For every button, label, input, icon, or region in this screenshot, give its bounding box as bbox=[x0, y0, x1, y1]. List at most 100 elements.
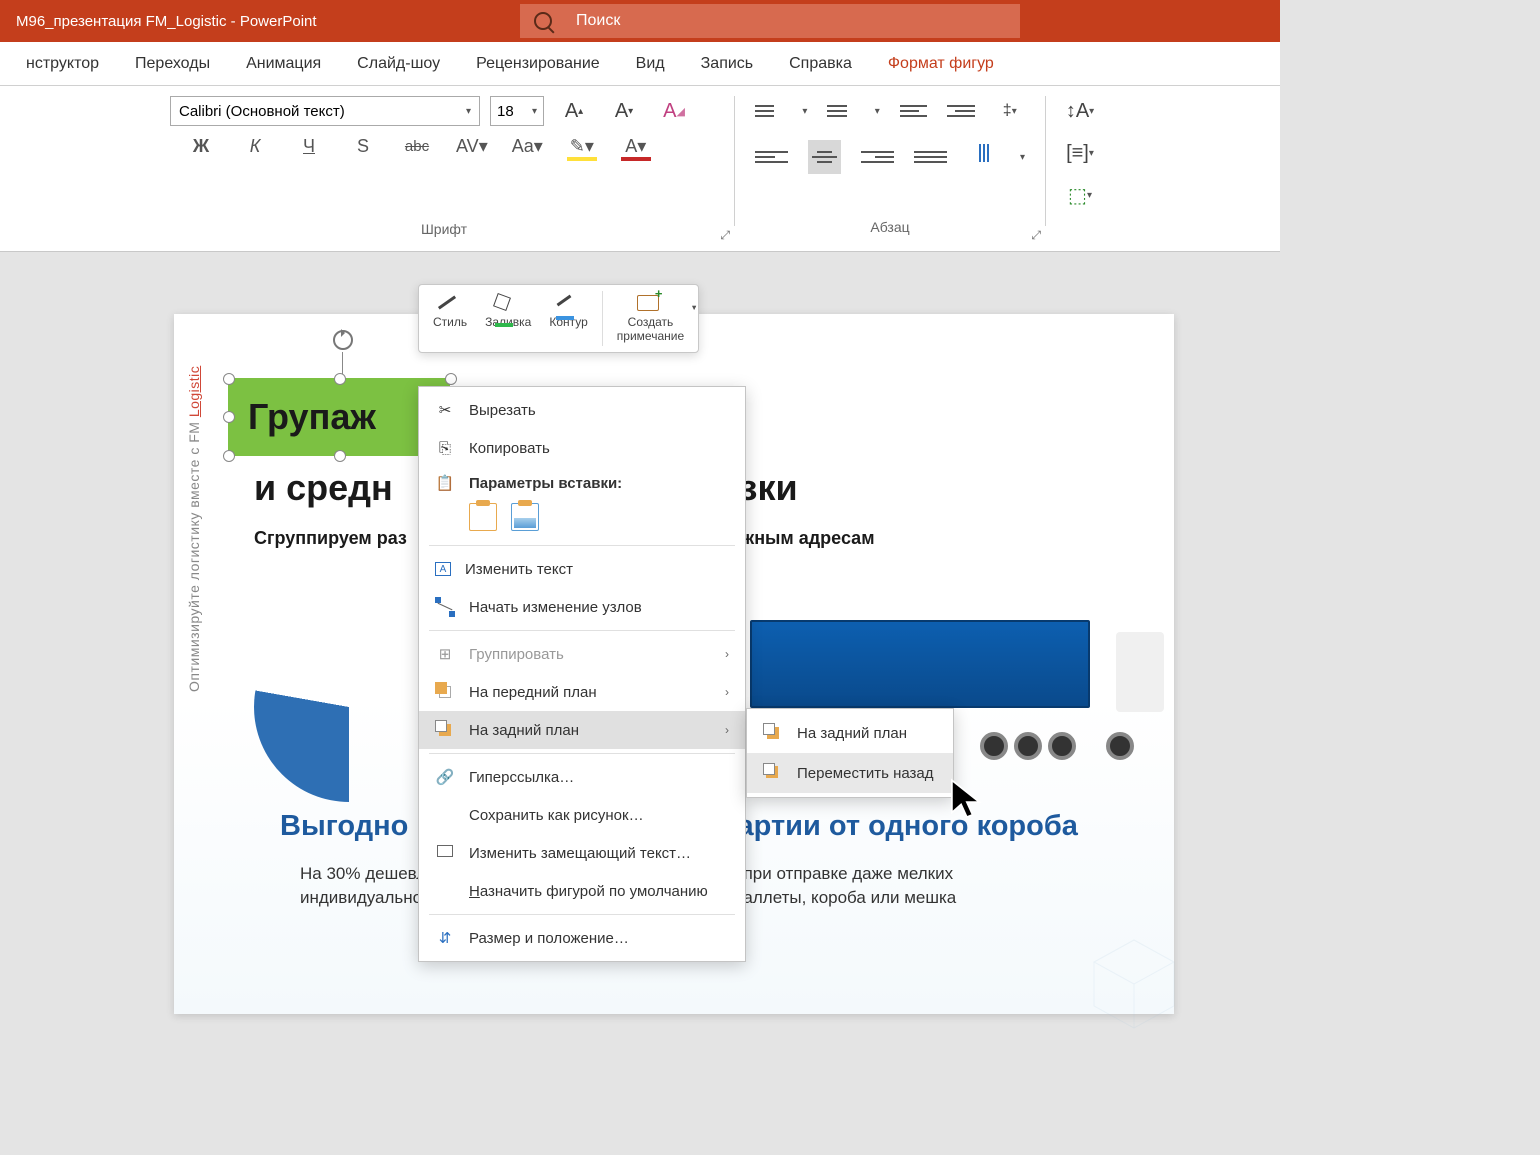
ctx-size-position[interactable]: ⇵ Размер и положение… bbox=[419, 919, 745, 957]
mini-toolbar: ▾ Стиль ▾ Заливка ▾ Контур Создатьпримеч… bbox=[418, 284, 699, 353]
sub-send-back[interactable]: На задний план bbox=[747, 713, 953, 753]
font-dialog-launcher[interactable]: ⤢ bbox=[720, 228, 730, 243]
tab-review[interactable]: Рецензирование bbox=[476, 55, 600, 73]
convert-smartart-button[interactable]: ⬚▾ bbox=[1060, 180, 1100, 210]
context-submenu: На задний план Переместить назад bbox=[746, 708, 954, 798]
send-backward-icon bbox=[763, 763, 783, 783]
bullets-button[interactable] bbox=[755, 98, 782, 124]
spacing-button[interactable]: AV▾ bbox=[456, 136, 488, 157]
highlight-button[interactable]: ✎▾ bbox=[567, 136, 597, 157]
tab-shape-format[interactable]: Формат фигур bbox=[888, 55, 994, 73]
paste-picture-button[interactable] bbox=[511, 503, 539, 531]
resize-handle-s[interactable] bbox=[334, 450, 346, 462]
clear-format-button[interactable]: A◢ bbox=[654, 96, 694, 126]
separator bbox=[429, 753, 735, 754]
ctx-save-pic-label: Сохранить как рисунок… bbox=[469, 807, 644, 824]
clipboard-icon: 📋 bbox=[435, 473, 455, 493]
slide-subline-left: Сгруппируем раз bbox=[254, 528, 407, 549]
tab-view[interactable]: Вид bbox=[636, 55, 665, 73]
tab-transitions[interactable]: Переходы bbox=[135, 55, 210, 73]
tab-record[interactable]: Запись bbox=[701, 55, 754, 73]
resize-handle-ne[interactable] bbox=[445, 373, 457, 385]
selected-shape[interactable]: Групаж bbox=[228, 378, 450, 456]
font-size-dropdown[interactable]: 18 ▾ bbox=[490, 96, 544, 126]
separator bbox=[429, 914, 735, 915]
wheel-icon bbox=[1106, 732, 1134, 760]
ctx-group-label: Группировать bbox=[469, 646, 564, 663]
text-direction-button[interactable]: ↕A▾ bbox=[1060, 96, 1100, 126]
ctx-save-picture[interactable]: Сохранить как рисунок… bbox=[419, 796, 745, 834]
save-pic-icon bbox=[435, 805, 455, 825]
bold-button[interactable]: Ж bbox=[186, 136, 216, 157]
mini-style-button[interactable]: ▾ Стиль bbox=[429, 291, 471, 331]
decrease-font-button[interactable]: A▾ bbox=[604, 96, 644, 126]
brush-icon bbox=[438, 296, 456, 310]
hex-logo-icon bbox=[1084, 934, 1184, 1034]
size-icon: ⇵ bbox=[435, 928, 455, 948]
align-left-button[interactable] bbox=[755, 144, 788, 170]
ctx-edit-nodes[interactable]: Начать изменение узлов bbox=[419, 588, 745, 626]
sub-send-back-label: На задний план bbox=[797, 725, 907, 742]
font-size-value: 18 bbox=[497, 103, 514, 120]
ctx-alt-text[interactable]: Изменить замещающий текст… bbox=[419, 834, 745, 872]
increase-indent-button[interactable] bbox=[947, 98, 974, 124]
ctx-hyperlink[interactable]: 🔗 Гиперссылка… bbox=[419, 758, 745, 796]
mini-comment-button[interactable]: Создатьпримечание bbox=[613, 291, 688, 346]
ctx-bring-front[interactable]: На передний план › bbox=[419, 673, 745, 711]
ctx-edit-text[interactable]: A Изменить текст bbox=[419, 550, 745, 588]
context-menu: ✂ Вырезать ⎘ Копировать 📋 Параметры вста… bbox=[418, 386, 746, 962]
resize-handle-sw[interactable] bbox=[223, 450, 235, 462]
ctx-cut[interactable]: ✂ Вырезать bbox=[419, 391, 745, 429]
line-spacing-button[interactable]: ‡▾ bbox=[995, 96, 1025, 126]
copy-icon: ⎘ bbox=[435, 438, 455, 458]
font-group-label: Шрифт bbox=[170, 221, 718, 243]
ctx-copy[interactable]: ⎘ Копировать bbox=[419, 429, 745, 467]
mini-fill-button[interactable]: ▾ Заливка bbox=[481, 291, 535, 331]
align-right-button[interactable] bbox=[861, 144, 894, 170]
case-button[interactable]: Aa▾ bbox=[512, 136, 543, 157]
paste-keep-source-button[interactable] bbox=[469, 503, 497, 531]
font-color-button[interactable]: A▾ bbox=[621, 136, 651, 157]
tab-help[interactable]: Справка bbox=[789, 55, 852, 73]
resize-handle-n[interactable] bbox=[334, 373, 346, 385]
resize-handle-w[interactable] bbox=[223, 411, 235, 423]
chevron-right-icon: › bbox=[725, 723, 729, 737]
columns-button[interactable] bbox=[967, 144, 1000, 170]
ctx-send-back[interactable]: На задний план › bbox=[419, 711, 745, 749]
ctx-cut-label: Вырезать bbox=[469, 402, 536, 419]
align-center-button[interactable] bbox=[808, 140, 842, 174]
increase-font-button[interactable]: A▴ bbox=[554, 96, 594, 126]
separator bbox=[429, 545, 735, 546]
separator bbox=[429, 630, 735, 631]
resize-handle-nw[interactable] bbox=[223, 373, 235, 385]
numbering-button[interactable] bbox=[827, 98, 854, 124]
default-shape-icon bbox=[435, 881, 455, 901]
chevron-right-icon: › bbox=[725, 685, 729, 699]
strike-button[interactable]: abc bbox=[402, 138, 432, 155]
align-text-button[interactable]: [≡]▾ bbox=[1060, 138, 1100, 168]
nodes-icon bbox=[435, 597, 455, 617]
shadow-button[interactable]: S bbox=[348, 136, 378, 157]
mini-comment-label: Создатьпримечание bbox=[617, 315, 684, 344]
ctx-alt-text-label: Изменить замещающий текст… bbox=[469, 845, 691, 862]
wheel-icon bbox=[1048, 732, 1076, 760]
search-box[interactable]: Поиск bbox=[520, 4, 1020, 38]
justify-button[interactable] bbox=[914, 144, 947, 170]
italic-button[interactable]: К bbox=[240, 136, 270, 157]
underline-button[interactable]: Ч bbox=[294, 136, 324, 157]
ctx-send-back-label: На задний план bbox=[469, 722, 579, 739]
chevron-down-icon: ▾ bbox=[466, 106, 471, 117]
tab-slideshow[interactable]: Слайд-шоу bbox=[357, 55, 440, 73]
font-name-dropdown[interactable]: Calibri (Основной текст) ▾ bbox=[170, 96, 480, 126]
pen-icon bbox=[556, 295, 571, 307]
ctx-default-shape[interactable]: Назначить фигурой по умолчанию bbox=[419, 872, 745, 910]
arrange-group: ↕A▾ [≡]▾ ⬚▾ bbox=[1046, 86, 1114, 251]
tab-designer[interactable]: нструктор bbox=[26, 55, 99, 73]
rotate-handle[interactable] bbox=[333, 330, 353, 350]
paragraph-dialog-launcher[interactable]: ⤢ bbox=[1031, 228, 1041, 243]
paste-options bbox=[419, 499, 745, 541]
tab-animation[interactable]: Анимация bbox=[246, 55, 321, 73]
mini-outline-button[interactable]: ▾ Контур bbox=[545, 291, 591, 331]
decrease-indent-button[interactable] bbox=[900, 98, 927, 124]
sub-send-backward[interactable]: Переместить назад bbox=[747, 753, 953, 793]
